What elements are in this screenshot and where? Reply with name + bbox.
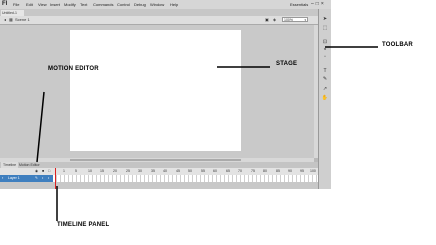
layer-item[interactable]: ▪ Layer 1 ✎ • • (0, 175, 53, 182)
brush-tool-icon[interactable]: ✎ (321, 77, 329, 82)
scene-label: Scene 1 (15, 17, 30, 22)
free-transform-tool-icon[interactable]: ⊡ (321, 40, 329, 45)
playhead[interactable] (55, 168, 56, 189)
annotation-stage: STAGE (276, 61, 298, 67)
outline-icon[interactable]: □ (48, 168, 50, 175)
frame-number: 75 (251, 169, 255, 173)
menu-text[interactable]: Text (80, 0, 87, 9)
frame-number: 55 (201, 169, 205, 173)
frame-number: 85 (276, 169, 280, 173)
frame-number: 10 (88, 169, 92, 173)
scene-icon: ▦ (9, 17, 13, 22)
menu-view[interactable]: View (38, 0, 47, 9)
edit-scene-icon[interactable]: ▣ (265, 16, 269, 24)
lock-dot-icon[interactable]: • (48, 175, 49, 182)
close-icon[interactable]: × (321, 1, 326, 7)
app-logo: Fl (2, 1, 8, 7)
subselection-tool-icon[interactable]: ⬚ (321, 26, 329, 31)
timeline-header: ◉ ■ □ 1 5 10 15 20 25 30 35 40 45 50 55 … (0, 168, 318, 175)
timeline-empty-area (0, 182, 318, 189)
text-tool-icon[interactable]: T (321, 69, 329, 74)
menu-debug[interactable]: Debug (134, 0, 146, 9)
frame-number: 45 (176, 169, 180, 173)
pen-tool-icon[interactable]: ▫ (321, 55, 329, 60)
frame-number: 20 (113, 169, 117, 173)
menu-help[interactable]: Help (170, 0, 178, 9)
frame-number: 30 (138, 169, 142, 173)
menu-bar: Fl File Edit View Insert Modify Text Com… (0, 0, 331, 9)
pencil-icon: ✎ (35, 176, 38, 180)
menu-file[interactable]: File (13, 0, 19, 9)
lock-icon[interactable]: ■ (42, 168, 44, 175)
window-controls[interactable]: –□× (311, 0, 326, 9)
frame-number: 100 (310, 169, 316, 173)
annotation-toolbar: TOOLBAR (382, 42, 413, 48)
frame-number: 80 (263, 169, 267, 173)
flash-app-window: Fl File Edit View Insert Modify Text Com… (0, 0, 331, 189)
selection-tool-icon[interactable]: ➤ (321, 17, 329, 22)
tools-toolbar: ➤ ⬚ ⊡ ◒ ▫ T ✎ ↗ ✋ (318, 9, 331, 189)
eyedropper-tool-icon[interactable]: ↗ (321, 87, 329, 92)
frame-number: 70 (238, 169, 242, 173)
workspace-switcher[interactable]: Essentials (290, 0, 308, 9)
stage[interactable] (70, 30, 241, 151)
frame-number: 25 (126, 169, 130, 173)
menu-window[interactable]: Window (150, 0, 164, 9)
eye-icon[interactable]: ◉ (35, 168, 38, 175)
pasteboard[interactable] (0, 25, 314, 158)
frame-number: 95 (300, 169, 304, 173)
timeline-layer-row[interactable]: ▪ Layer 1 ✎ • • (0, 175, 318, 182)
frames-strip[interactable] (53, 175, 318, 182)
lasso-tool-icon[interactable]: ◒ (321, 47, 329, 52)
chevron-down-icon: ▾ (304, 18, 306, 22)
horizontal-scroll-thumb[interactable] (70, 159, 241, 161)
frame-number: 90 (288, 169, 292, 173)
menu-commands[interactable]: Commands (93, 0, 113, 9)
zoom-select[interactable]: 100% ▾ (282, 17, 308, 22)
frame-number: 65 (226, 169, 230, 173)
layer-icon: ▪ (2, 176, 4, 180)
frame-number: 40 (163, 169, 167, 173)
hand-tool-icon[interactable]: ✋ (321, 96, 329, 101)
frame-number: 15 (100, 169, 104, 173)
annotation-timeline-panel: TIMELINE PANEL (57, 222, 110, 228)
frame-number: 1 (63, 169, 65, 173)
menu-edit[interactable]: Edit (26, 0, 33, 9)
back-arrow-icon[interactable]: ◂ (4, 16, 6, 24)
annotation-motion-editor: MOTION EDITOR (48, 66, 99, 72)
visibility-dot-icon[interactable]: • (42, 175, 43, 182)
frame-number: 60 (213, 169, 217, 173)
frame-number: 35 (151, 169, 155, 173)
zoom-value: 100% (284, 18, 293, 22)
menu-control[interactable]: Control (117, 0, 130, 9)
edit-bar: ◂ ▦ Scene 1 ▣ ◈ 100% ▾ (0, 16, 318, 25)
document-tab-bar: Untitled-1 (0, 9, 318, 16)
frame-number: 50 (188, 169, 192, 173)
layer-name: Layer 1 (8, 176, 20, 180)
menu-insert[interactable]: Insert (50, 0, 60, 9)
frame-number: 5 (75, 169, 77, 173)
menu-modify[interactable]: Modify (64, 0, 76, 9)
edit-symbols-icon[interactable]: ◈ (273, 16, 276, 24)
